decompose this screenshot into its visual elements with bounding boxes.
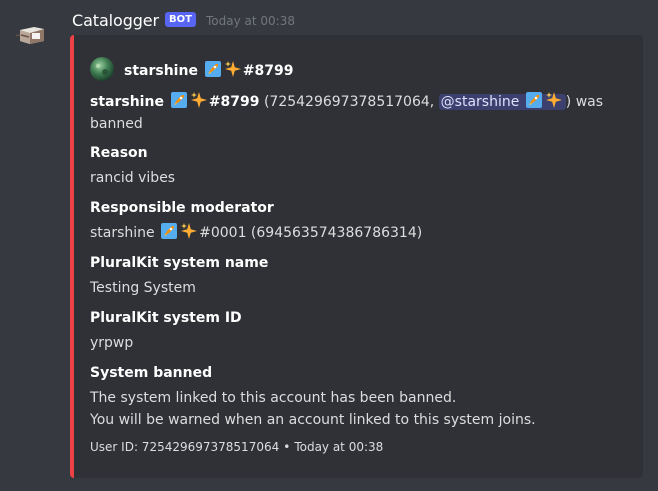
sparkles-icon: [224, 60, 241, 77]
field-pluralkit-system-id: PluralKit system ID yrpwp: [90, 307, 631, 354]
embed-author-avatar: [90, 57, 114, 81]
field-reason: Reason rancid vibes: [90, 142, 631, 189]
rocket-icon: [170, 92, 187, 108]
footer-timestamp: Today at 00:38: [294, 440, 384, 454]
user-mention[interactable]: @starshine: [438, 92, 566, 110]
sparkles-icon: [190, 92, 207, 108]
field-value-line: You will be warned when an account linke…: [90, 412, 536, 428]
field-pluralkit-system-name: PluralKit system name Testing System: [90, 252, 631, 299]
rocket-icon: [525, 92, 542, 108]
footer-separator: •: [283, 440, 291, 454]
banned-user-name: starshine #8799: [90, 92, 260, 110]
catalogger-avatar-icon: [12, 14, 52, 54]
sparkles-icon: [181, 223, 198, 239]
field-system-banned: System banned The system linked to this …: [90, 362, 631, 431]
message-header: Catalogger BOT Today at 00:38: [72, 9, 295, 31]
embed-author: starshine #8799: [90, 55, 631, 83]
field-responsible-moderator: Responsible moderator starshine #0001 (6…: [90, 197, 631, 244]
footer-user-id: User ID: 725429697378517064: [90, 440, 280, 454]
starshine-avatar-icon: [90, 57, 114, 81]
embed-author-name[interactable]: starshine #8799: [124, 60, 294, 79]
field-name: Reason: [90, 145, 148, 161]
field-name: Responsible moderator: [90, 200, 274, 216]
ban-log-embed: starshine #8799 starshine #8799 (7254296…: [70, 35, 643, 478]
field-value: The system linked to this account has be…: [90, 387, 631, 431]
chat-message: Catalogger BOT Today at 00:38 starshine …: [0, 0, 658, 491]
rocket-icon: [204, 60, 221, 77]
banned-user-id: (725429697378517064,: [259, 94, 439, 110]
author-username[interactable]: Catalogger: [72, 11, 159, 30]
field-name: PluralKit system ID: [90, 310, 242, 326]
field-value: starshine #0001 (694563574386786314): [90, 222, 631, 244]
embed-description: starshine #8799 (725429697378517064, @st…: [90, 91, 631, 135]
embed-footer: User ID: 725429697378517064 • Today at 00:…: [90, 437, 383, 457]
field-value: Testing System: [90, 280, 196, 296]
field-value: rancid vibes: [90, 170, 176, 186]
field-name: PluralKit system name: [90, 255, 269, 271]
field-value-line: The system linked to this account has be…: [90, 390, 457, 406]
field-name: System banned: [90, 365, 213, 381]
field-value: yrpwp: [90, 335, 134, 351]
message-timestamp[interactable]: Today at 00:38: [206, 14, 295, 28]
rocket-icon: [161, 223, 178, 239]
sparkles-icon: [545, 92, 562, 108]
bot-avatar[interactable]: [12, 14, 52, 54]
bot-badge: BOT: [165, 11, 196, 27]
